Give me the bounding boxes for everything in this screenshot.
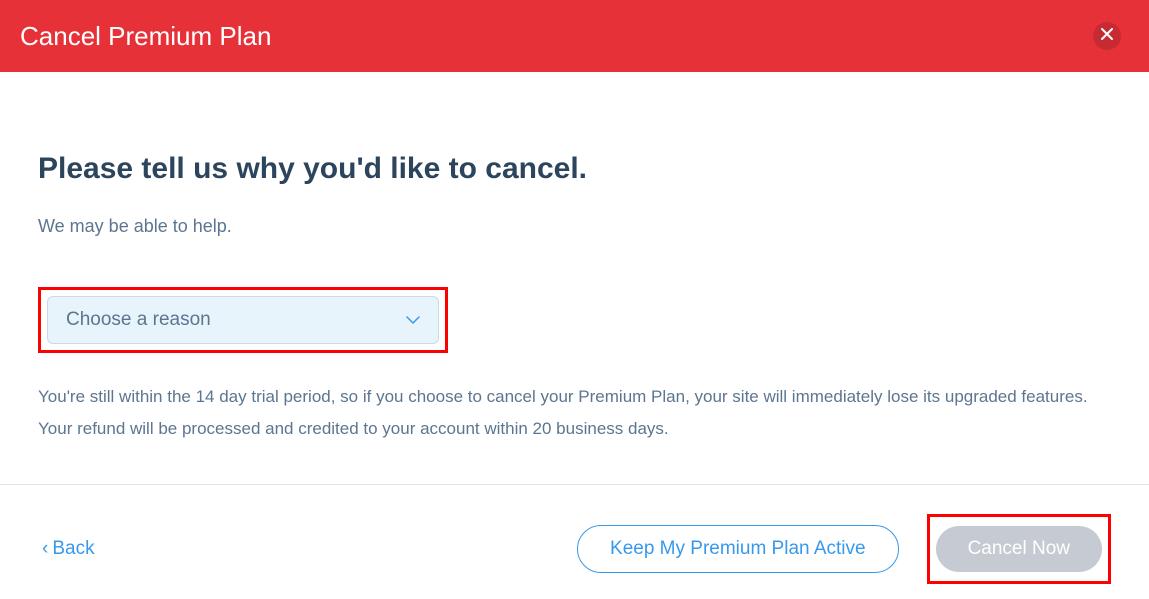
close-button[interactable] bbox=[1093, 22, 1121, 50]
back-label: Back bbox=[52, 538, 94, 560]
close-icon bbox=[1101, 27, 1113, 45]
keep-plan-button[interactable]: Keep My Premium Plan Active bbox=[577, 525, 899, 573]
reason-select-placeholder: Choose a reason bbox=[66, 309, 211, 331]
trial-info-text: You're still within the 14 day trial per… bbox=[38, 381, 1108, 446]
footer-divider bbox=[0, 484, 1149, 485]
cancel-button-highlight: Cancel Now bbox=[927, 514, 1111, 584]
modal-footer: ‹ Back Keep My Premium Plan Active Cance… bbox=[0, 499, 1149, 599]
cancel-reason-heading: Please tell us why you'd like to cancel. bbox=[38, 152, 1111, 186]
modal-content: Please tell us why you'd like to cancel.… bbox=[0, 72, 1149, 446]
footer-actions: Keep My Premium Plan Active Cancel Now bbox=[577, 514, 1111, 584]
reason-select[interactable]: Choose a reason bbox=[47, 296, 439, 344]
modal-header: Cancel Premium Plan bbox=[0, 0, 1149, 72]
back-link[interactable]: ‹ Back bbox=[42, 538, 95, 560]
chevron-down-icon bbox=[406, 313, 420, 327]
modal-title: Cancel Premium Plan bbox=[20, 21, 271, 52]
help-subtext: We may be able to help. bbox=[38, 216, 1111, 237]
chevron-left-icon: ‹ bbox=[42, 538, 48, 560]
reason-select-highlight: Choose a reason bbox=[38, 287, 448, 353]
cancel-now-button[interactable]: Cancel Now bbox=[936, 526, 1102, 572]
